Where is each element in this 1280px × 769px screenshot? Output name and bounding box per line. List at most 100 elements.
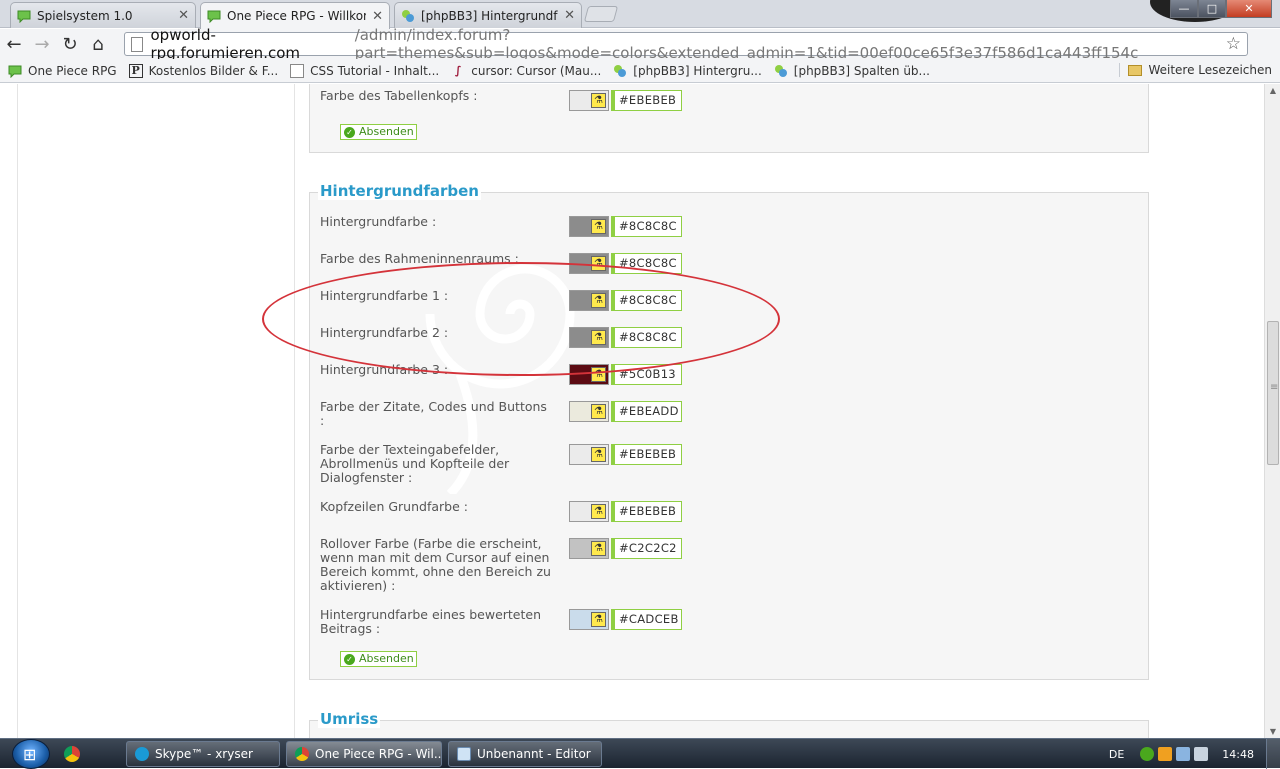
- page-icon: [131, 36, 143, 52]
- hex-input[interactable]: #EBEBEB: [611, 501, 682, 522]
- forward-button[interactable]: →: [28, 30, 56, 58]
- submit-label: Absenden: [359, 652, 414, 665]
- scroll-down-arrow[interactable]: ▼: [1268, 727, 1278, 736]
- paint-bucket-icon: ⚗: [591, 367, 606, 382]
- network-icon[interactable]: [1176, 747, 1191, 761]
- paint-bucket-icon: ⚗: [591, 612, 606, 627]
- show-desktop-button[interactable]: [1266, 739, 1280, 769]
- color-swatch[interactable]: ⚗: [569, 290, 609, 311]
- volume-icon[interactable]: [1194, 747, 1209, 761]
- color-swatch[interactable]: ⚗: [569, 609, 609, 630]
- bookmark-label: CSS Tutorial - Inhalt...: [310, 63, 440, 78]
- bookmark-phpbb3-hintergrund[interactable]: [phpBB3] Hintergru...: [613, 64, 762, 78]
- scroll-up-arrow[interactable]: ▲: [1268, 86, 1278, 95]
- row-label: Kopfzeilen Grundfarbe :: [320, 499, 468, 514]
- paint-bucket-icon: ⚗: [591, 447, 606, 462]
- section-title-hintergrundfarben: Hintergrundfarben: [318, 182, 481, 200]
- left-column: [17, 84, 295, 738]
- clock[interactable]: 14:48: [1222, 748, 1254, 761]
- address-bar[interactable]: opworld-rpg.forumieren.com/admin/index.f…: [124, 26, 1248, 62]
- tab-title: One Piece RPG - Willkomm: [227, 9, 366, 23]
- folder-icon: [1128, 64, 1143, 76]
- bookmark-css-tutorial[interactable]: CSS Tutorial - Inhalt...: [290, 63, 440, 78]
- submit-button[interactable]: ✓ Absenden: [340, 124, 417, 140]
- color-swatch[interactable]: ⚗: [569, 444, 609, 465]
- color-swatch[interactable]: ⚗: [569, 327, 609, 348]
- chrome-icon: [295, 747, 309, 761]
- row-label: Hintergrundfarbe :: [320, 214, 437, 229]
- taskbar-item-skype[interactable]: Skype™ - xryser: [126, 741, 280, 767]
- taskbar-item-editor[interactable]: Unbenannt - Editor: [448, 741, 602, 767]
- window-controls: — □ ✕: [1170, 0, 1272, 18]
- hex-input[interactable]: #CADCEB: [611, 609, 682, 630]
- star-icon[interactable]: ☆: [1226, 34, 1241, 54]
- row-label: Hintergrundfarbe eines bewerteten Beitra…: [320, 607, 542, 636]
- tab-phpbb3[interactable]: [phpBB3] Hintergrundfarb ✕: [394, 2, 582, 28]
- new-tab-button[interactable]: [583, 6, 619, 22]
- check-shield-icon[interactable]: [1140, 747, 1155, 761]
- bookmark-phpbb3-spalten[interactable]: [phpBB3] Spalten üb...: [774, 64, 930, 78]
- speech-bubble-icon: [207, 10, 221, 23]
- hex-input[interactable]: #EBEBEB: [611, 90, 682, 111]
- skype-icon: [135, 747, 149, 761]
- bookmark-one-piece-rpg[interactable]: One Piece RPG: [8, 64, 117, 78]
- row-label: Hintergrundfarbe 3 :: [320, 362, 449, 377]
- paint-bucket-icon: ⚗: [591, 219, 606, 234]
- bookmark-cursor[interactable]: ∫ cursor: Cursor (Mau...: [451, 64, 601, 78]
- close-icon[interactable]: ✕: [564, 8, 575, 23]
- home-button[interactable]: ⌂: [84, 30, 112, 58]
- minimize-button[interactable]: —: [1170, 0, 1198, 18]
- reload-button[interactable]: ↻: [56, 30, 84, 58]
- bookmark-label: [phpBB3] Hintergru...: [633, 63, 762, 78]
- hex-input[interactable]: #C2C2C2: [611, 538, 682, 559]
- start-button[interactable]: [12, 739, 50, 769]
- color-swatch[interactable]: ⚗: [569, 364, 609, 385]
- row-label: Farbe des Rahmeninnenraums :: [320, 251, 519, 266]
- close-icon[interactable]: ✕: [178, 8, 189, 23]
- close-icon[interactable]: ✕: [372, 9, 383, 24]
- bookmark-kostenlos-bilder[interactable]: P Kostenlos Bilder & F...: [128, 63, 278, 78]
- other-bookmarks[interactable]: Weitere Lesezeichen: [1119, 63, 1272, 77]
- maximize-button[interactable]: □: [1198, 0, 1226, 18]
- language-indicator[interactable]: DE: [1109, 748, 1124, 761]
- color-swatch[interactable]: ⚗: [569, 253, 609, 274]
- color-swatch[interactable]: ⚗: [569, 501, 609, 522]
- section-title-umriss: Umriss: [318, 710, 381, 728]
- submit-button[interactable]: ✓ Absenden: [340, 651, 417, 667]
- color-swatch[interactable]: ⚗: [569, 216, 609, 237]
- chrome-icon[interactable]: [64, 746, 80, 762]
- p-icon: P: [128, 63, 143, 78]
- color-swatch[interactable]: ⚗: [569, 90, 609, 111]
- row-label: Hintergrundfarbe 1 :: [320, 288, 449, 303]
- scroll-thumb[interactable]: [1267, 321, 1279, 465]
- taskbar-item-label: Unbenannt - Editor: [477, 747, 591, 761]
- close-window-button[interactable]: ✕: [1226, 0, 1272, 18]
- bookmarks-bar: One Piece RPG P Kostenlos Bilder & F... …: [0, 59, 1280, 83]
- paint-bucket-icon: ⚗: [591, 330, 606, 345]
- row-label: Farbe des Tabellenkopfs :: [320, 88, 478, 103]
- color-swatch[interactable]: ⚗: [569, 401, 609, 422]
- app-tray-icon[interactable]: [1158, 747, 1173, 761]
- tab-one-piece-rpg[interactable]: One Piece RPG - Willkomm ✕: [200, 2, 390, 29]
- vertical-scrollbar[interactable]: ▲ ▼: [1264, 84, 1280, 738]
- hex-input[interactable]: #8C8C8C: [611, 327, 682, 348]
- page-viewport: Farbe des Tabellenkopfs : ⚗ #EBEBEB ✓ Ab…: [0, 84, 1264, 738]
- hex-input[interactable]: #8C8C8C: [611, 290, 682, 311]
- taskbar-item-chrome[interactable]: One Piece RPG - Wil...: [286, 741, 442, 767]
- back-button[interactable]: ←: [0, 30, 28, 58]
- windows-taskbar: Skype™ - xryser One Piece RPG - Wil... U…: [0, 738, 1280, 769]
- check-icon: ✓: [344, 126, 355, 138]
- paint-bucket-icon: ⚗: [591, 93, 606, 108]
- hex-input[interactable]: #8C8C8C: [611, 253, 682, 274]
- color-swatch[interactable]: ⚗: [569, 538, 609, 559]
- taskbar-item-label: One Piece RPG - Wil...: [315, 747, 442, 761]
- tab-spielsystem[interactable]: Spielsystem 1.0 ✕: [10, 2, 196, 28]
- hex-input[interactable]: #5C0B13: [611, 364, 682, 385]
- page-icon: [290, 63, 305, 78]
- paint-bucket-icon: ⚗: [591, 404, 606, 419]
- hex-input[interactable]: #EBEBEB: [611, 444, 682, 465]
- hex-input[interactable]: #EBEADD: [611, 401, 682, 422]
- address-path: /admin/index.forum?part=themes&sub=logos…: [354, 26, 1139, 62]
- system-tray: DE 14:48: [1109, 739, 1280, 769]
- hex-input[interactable]: #8C8C8C: [611, 216, 682, 237]
